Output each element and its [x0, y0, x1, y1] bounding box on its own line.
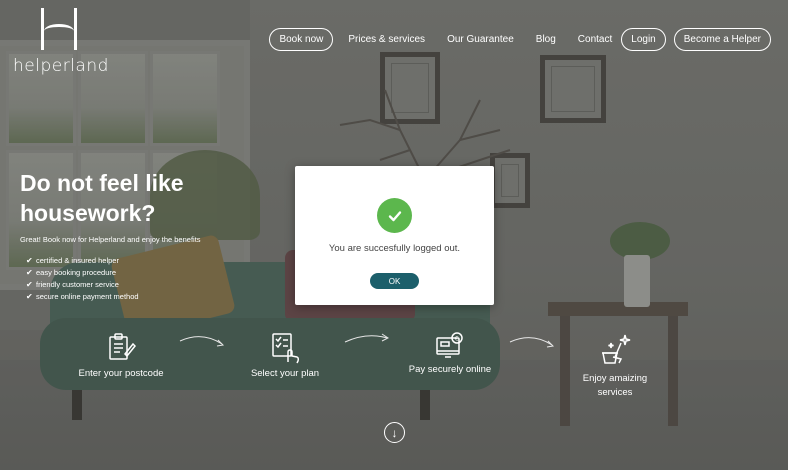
hero-subtitle: Great! Book now for Helperland and enjoy…: [20, 235, 201, 244]
hero-title: Do not feel like housework?: [20, 168, 260, 228]
benefit-item: ✔ friendly customer service: [26, 279, 119, 289]
curved-arrow-icon: [344, 333, 389, 343]
helperland-logo[interactable]: helperland: [13, 8, 108, 78]
become-helper-button[interactable]: Become a Helper: [673, 28, 771, 51]
benefit-item: ✔ secure online payment method: [26, 291, 139, 301]
check-icon: [377, 198, 412, 233]
main-nav: Book now Prices & services Our Guarantee…: [269, 28, 771, 51]
step-enjoy: Enjoy amaizing services: [570, 333, 660, 400]
nav-link-prices[interactable]: Prices & services: [333, 34, 436, 45]
benefit-item: ✔ easy booking procedure: [26, 267, 117, 277]
check-icon: ✔: [26, 255, 33, 265]
curved-arrow-icon: [509, 337, 555, 348]
hero-title-line1: Do not feel like: [20, 170, 184, 196]
check-icon: ✔: [26, 279, 33, 289]
modal-message: You are succesfully logged out.: [328, 243, 461, 254]
nav-link-guarantee[interactable]: Our Guarantee: [436, 34, 525, 45]
hero-title-line2: housework?: [20, 200, 156, 226]
step-label: Enter your postcode: [78, 368, 164, 379]
clipboard-icon: [109, 333, 136, 360]
payment-icon: €: [436, 332, 463, 358]
nav-link-contact[interactable]: Contact: [567, 34, 621, 45]
svg-text:€: €: [455, 336, 459, 343]
step-payment: € Pay securely online: [402, 332, 498, 375]
benefits-list: ✔ certified & insured helper ✔ easy bookin…: [26, 254, 139, 302]
ok-button[interactable]: OK: [370, 273, 419, 289]
step-label: Pay securely online: [408, 364, 492, 375]
cleaning-icon: [602, 334, 631, 364]
logo-text: helperland: [13, 56, 109, 76]
login-button[interactable]: Login: [621, 28, 666, 51]
curved-arrow-icon: [179, 336, 225, 347]
benefit-item: ✔ certified & insured helper: [26, 255, 119, 265]
step-label: Enjoy amaizing services: [582, 373, 648, 398]
nav-link-blog[interactable]: Blog: [525, 34, 567, 45]
check-icon: ✔: [26, 267, 33, 277]
step-label: Select your plan: [250, 368, 320, 379]
check-icon: ✔: [26, 291, 33, 301]
plan-select-icon: [272, 333, 300, 364]
arrow-down-circle-icon[interactable]: ↓: [384, 422, 405, 443]
step-plan: Select your plan: [240, 332, 330, 379]
book-now-button[interactable]: Book now: [269, 28, 334, 51]
logo-mark-icon: [41, 8, 77, 52]
step-postcode: Enter your postcode: [68, 332, 174, 379]
logout-success-modal: You are succesfully logged out. OK: [295, 166, 494, 305]
